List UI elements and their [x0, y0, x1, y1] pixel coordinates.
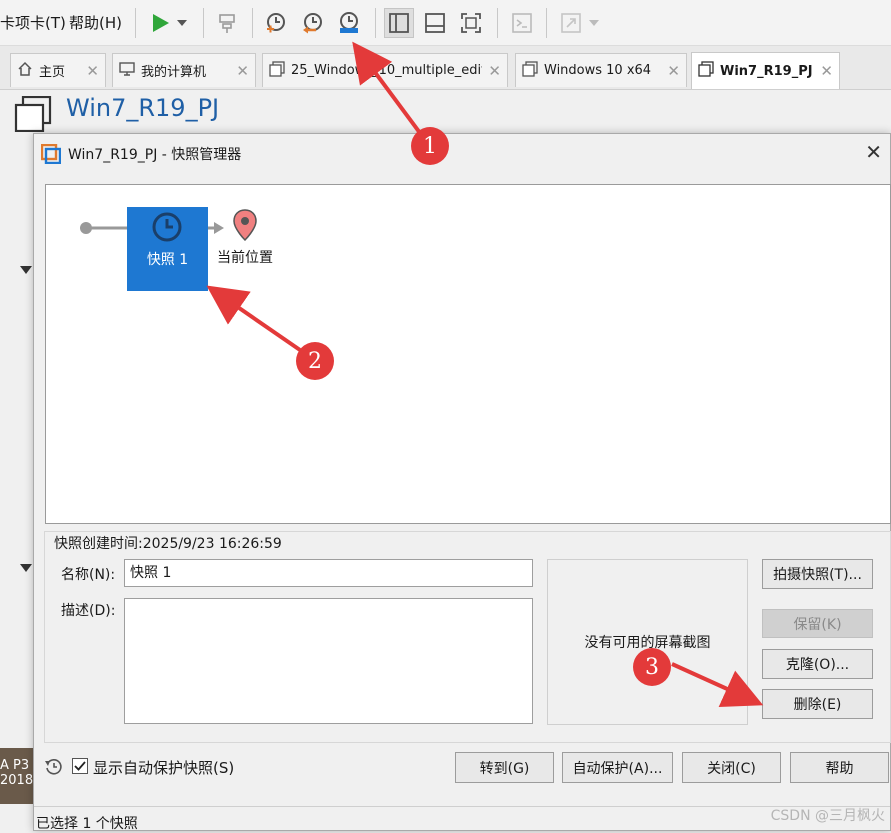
thumbnail-text: A P3	[0, 758, 30, 773]
annotation-marker-2: 2	[296, 342, 334, 380]
toolbar-divider	[546, 8, 547, 38]
take-snapshot-icon[interactable]	[261, 8, 291, 38]
fullscreen-icon[interactable]	[456, 8, 486, 38]
status-divider	[34, 806, 890, 807]
keep-button[interactable]: 保留(K)	[762, 609, 873, 638]
close-icon[interactable]: ✕	[488, 62, 501, 80]
goto-button[interactable]: 转到(G)	[455, 752, 554, 783]
watermark: CSDN @三月枫火	[770, 808, 885, 824]
tab-my-computer[interactable]: 我的计算机 ✕	[112, 53, 256, 87]
screenshot-preview: 没有可用的屏幕截图	[547, 559, 748, 725]
vm-title: Win7_R19_PJ	[66, 94, 220, 122]
clone-button[interactable]: 克隆(O)...	[762, 649, 873, 679]
thumbnail-bar-icon[interactable]	[420, 8, 450, 38]
chevron-down-icon[interactable]	[172, 8, 192, 38]
show-auto-snapshots-checkbox[interactable]	[72, 758, 88, 774]
vm-large-icon	[14, 95, 52, 136]
show-auto-snapshots-label[interactable]: 显示自动保护快照(S)	[93, 757, 234, 778]
annotation-marker-3: 3	[633, 648, 671, 686]
tab-home[interactable]: 主页 ✕	[10, 53, 106, 87]
close-icon[interactable]: ✕	[820, 62, 833, 80]
tab-label: 我的计算机	[141, 65, 207, 80]
dialog-title: Win7_R19_PJ - 快照管理器	[68, 147, 242, 163]
menu-tabs[interactable]: 卡项卡(T)	[0, 12, 66, 33]
toolbar-divider	[203, 8, 204, 38]
location-pin-icon	[232, 209, 258, 245]
auto-protect-button[interactable]: 自动保护(A)...	[562, 752, 673, 783]
close-icon[interactable]: ✕	[236, 62, 249, 80]
caret-down-icon[interactable]	[20, 262, 32, 278]
tab-label: 25_Windows_10_multiple_editi...	[291, 63, 483, 78]
toolbar-divider	[497, 8, 498, 38]
tab-label: Windows 10 x64	[544, 63, 652, 78]
snapshot-tree[interactable]: 快照 1 当前位置	[45, 184, 891, 524]
clock-icon	[151, 211, 183, 247]
snapshot-manager-icon[interactable]	[334, 8, 364, 38]
close-icon[interactable]: ✕	[865, 140, 882, 164]
name-field[interactable]: 快照 1	[124, 559, 533, 587]
background-thumbnail: A P3 2018	[0, 748, 33, 804]
annotation-marker-1: 1	[411, 127, 449, 165]
home-icon	[17, 61, 33, 81]
toolbar-divider	[375, 8, 376, 38]
description-field[interactable]	[124, 598, 533, 724]
toolbar-divider	[252, 8, 253, 38]
vm-icon	[269, 60, 285, 81]
auto-protect-history-icon	[44, 757, 64, 781]
current-location-label: 当前位置	[217, 250, 273, 266]
creation-time: 快照创建时间:2025/9/23 16:26:59	[54, 536, 282, 552]
help-button[interactable]: 帮助	[790, 752, 889, 783]
toolbar-divider	[135, 8, 136, 38]
tab-vm-win7[interactable]: Win7_R19_PJ ✕	[691, 52, 840, 89]
take-snapshot-button[interactable]: 拍摄快照(T)...	[762, 559, 873, 589]
vmware-logo-icon	[40, 143, 62, 168]
status-text: 已选择 1 个快照	[36, 816, 138, 832]
caret-down-icon[interactable]	[20, 560, 32, 576]
show-library-icon[interactable]	[384, 8, 414, 38]
close-button[interactable]: 关闭(C)	[682, 752, 781, 783]
revert-snapshot-icon[interactable]	[298, 8, 328, 38]
play-icon[interactable]	[145, 8, 175, 38]
toolbar: 卡项卡(T) 帮助(H)	[0, 0, 891, 46]
stretch-icon[interactable]	[556, 8, 586, 38]
close-icon[interactable]: ✕	[667, 62, 680, 80]
close-icon[interactable]: ✕	[86, 62, 99, 80]
menu-help[interactable]: 帮助(H)	[69, 12, 122, 33]
send-keys-icon[interactable]	[212, 8, 242, 38]
thumbnail-text: 2018	[0, 773, 33, 788]
description-label: 描述(D):	[61, 603, 116, 619]
tab-label: Win7_R19_PJ	[720, 63, 813, 79]
snapshot-manager-dialog: Win7_R19_PJ - 快照管理器 ✕ 快照 1 当前位置 快照创建时间:2…	[33, 133, 891, 832]
snapshot-details: 快照创建时间:2025/9/23 16:26:59 名称(N): 快照 1 描述…	[44, 531, 891, 743]
delete-button[interactable]: 删除(E)	[762, 689, 873, 719]
snapshot-node-label: 快照 1	[146, 252, 189, 268]
tab-vm-win10-multi[interactable]: 25_Windows_10_multiple_editi... ✕	[262, 53, 508, 87]
vm-icon	[522, 60, 538, 81]
snapshot-node-selected[interactable]: 快照 1	[127, 207, 208, 291]
monitor-icon	[119, 61, 135, 81]
tab-vm-win10-x64[interactable]: Windows 10 x64 ✕	[515, 53, 687, 87]
tab-label: 主页	[39, 65, 66, 80]
console-icon[interactable]	[507, 8, 537, 38]
vm-icon	[698, 61, 714, 81]
chevron-down-icon[interactable]	[586, 8, 602, 38]
tab-bar: 主页 ✕ 我的计算机 ✕ 25_Windows_10_multiple_edit…	[0, 46, 891, 90]
name-label: 名称(N):	[61, 567, 116, 583]
